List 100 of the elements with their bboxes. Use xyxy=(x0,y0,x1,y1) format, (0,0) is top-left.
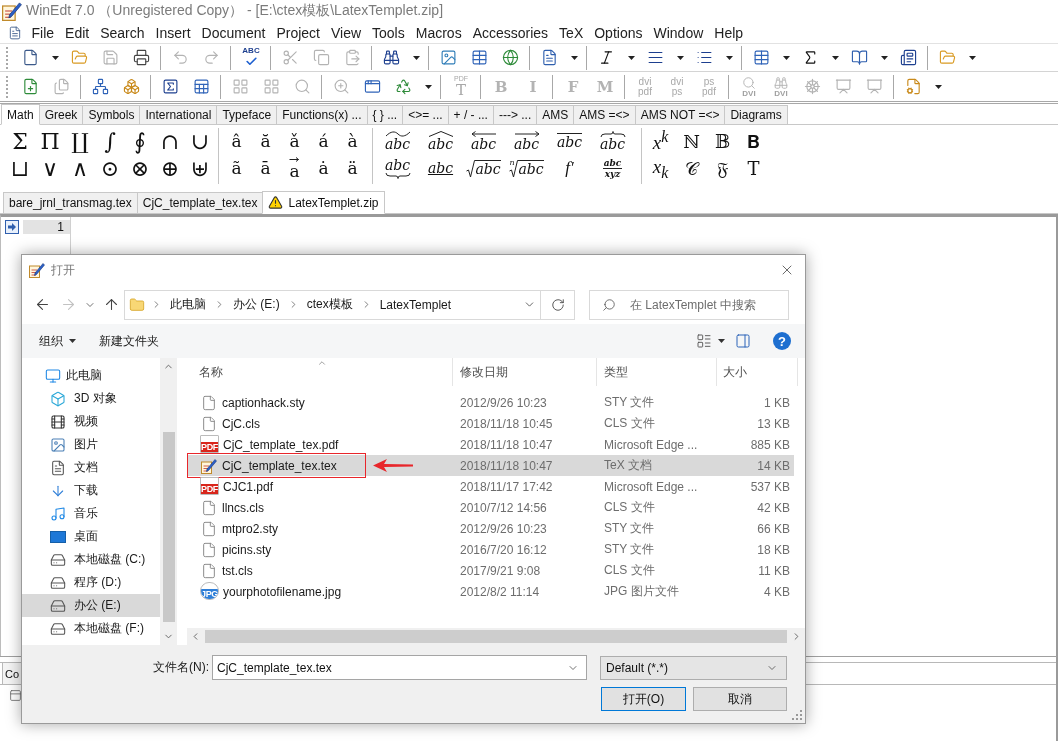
math-symbol-button[interactable]: â xyxy=(222,128,251,155)
menu-item[interactable]: View xyxy=(325,22,367,43)
math-symbol-button[interactable]: ⊕ xyxy=(155,155,185,182)
nav-item[interactable]: 本地磁盘 (C:) xyxy=(22,548,160,571)
file-row[interactable]: CjC.cls 2018/11/18 10:45 CLS 文件 13 KB xyxy=(187,413,794,434)
math-symbol-button[interactable]: ∧ xyxy=(65,155,95,182)
scrollbar[interactable] xyxy=(160,358,177,645)
math-symbol-button[interactable]: ∨ xyxy=(35,155,65,182)
help-button[interactable]: ? xyxy=(773,332,791,350)
nav-item[interactable]: 程序 (D:) xyxy=(22,571,160,594)
globe-icon[interactable] xyxy=(502,49,519,66)
caret-icon[interactable] xyxy=(412,55,420,60)
menu-item[interactable]: Window xyxy=(648,22,709,43)
file-row[interactable]: PDF CjC_template_tex.pdf 2018/11/18 10:47 Microsoft Edge ... 885 KB xyxy=(187,434,794,455)
math-symbol-button[interactable]: Π xyxy=(35,128,65,155)
math-symbol-button[interactable]: 𝔹 xyxy=(707,128,738,155)
address-bar[interactable]: 此电脑 办公 (E:) ctex模板 LatexTemplet xyxy=(124,289,575,320)
caret-icon[interactable] xyxy=(725,55,733,60)
nav-item[interactable]: 下载 xyxy=(22,479,160,502)
math-symbol-button[interactable]: ℕ xyxy=(676,128,707,155)
caret-icon[interactable] xyxy=(968,55,976,60)
math-symbol-button[interactable]: T xyxy=(738,155,769,182)
scrollbar[interactable] xyxy=(187,628,805,645)
window-icon[interactable] xyxy=(364,78,381,95)
nav-item[interactable]: 本地磁盘 (F:) xyxy=(22,617,160,640)
panel-tab[interactable]: Co xyxy=(2,663,23,684)
caret-icon[interactable] xyxy=(570,55,578,60)
menu-item[interactable]: Accessories xyxy=(467,22,554,43)
scrollbar-thumb[interactable] xyxy=(205,630,787,643)
caret-icon[interactable] xyxy=(69,339,76,343)
menu-item[interactable]: Edit xyxy=(59,22,95,43)
tree-icon[interactable] xyxy=(92,78,109,95)
panel-icon[interactable] xyxy=(9,688,22,702)
palette-tab[interactable]: + / - ... xyxy=(447,105,494,124)
menu-item[interactable]: Tools xyxy=(366,22,411,43)
math-symbol-button[interactable]: Σ xyxy=(5,128,35,155)
bullet-list-icon[interactable] xyxy=(696,49,713,66)
sigma-square-icon[interactable] xyxy=(162,78,179,95)
palette-tab[interactable]: Diagrams xyxy=(724,105,788,124)
math-symbol-button[interactable]: ∐ xyxy=(65,128,95,155)
math-symbol-button[interactable]: abc xyz xyxy=(591,155,634,182)
palette-tab[interactable]: ---> ... xyxy=(492,105,538,124)
boxes-icon[interactable] xyxy=(123,78,140,95)
math-symbol-button[interactable]: ⊎ xyxy=(185,155,215,182)
math-symbol-button[interactable]: x$_{k}$ xyxy=(645,155,676,182)
menu-item[interactable]: TeX xyxy=(553,22,589,43)
breadcrumb[interactable]: LatexTemplet xyxy=(377,293,454,316)
palette-tab[interactable]: International xyxy=(139,105,218,124)
nav-item[interactable]: 视频 xyxy=(22,410,160,433)
caret-icon[interactable] xyxy=(424,84,432,89)
math-symbol-button[interactable]: ⊗ xyxy=(125,155,155,182)
filename-field[interactable]: CjC_template_tex.tex xyxy=(212,655,587,680)
math-symbol-button[interactable]: ∩ xyxy=(155,128,185,155)
math-symbol-button[interactable]: a xyxy=(280,155,309,182)
command-button[interactable]: 新建文件夹 xyxy=(94,328,164,354)
math-symbol-button[interactable]: 𝒞 xyxy=(676,155,707,182)
caret-icon[interactable] xyxy=(676,55,684,60)
add-file-icon[interactable] xyxy=(22,78,39,95)
math-symbol-button[interactable]: ä xyxy=(338,155,367,182)
dialog-button[interactable]: 取消 xyxy=(693,687,787,711)
math-symbol-button[interactable]: abc xyxy=(462,128,505,155)
italic-icon[interactable] xyxy=(598,49,615,66)
math-symbol-button[interactable]: ∫ xyxy=(95,128,125,155)
menu-item[interactable]: Search xyxy=(94,22,151,43)
nav-item[interactable]: 此电脑 xyxy=(22,364,160,387)
resize-grip-icon[interactable] xyxy=(792,710,802,720)
picture-icon[interactable] xyxy=(440,49,457,66)
palette-tab[interactable]: Greek xyxy=(38,105,84,124)
menu-item[interactable]: Project xyxy=(270,22,326,43)
math-symbol-button[interactable]: ǎ xyxy=(280,128,309,155)
math-symbol-button[interactable]: ∮ xyxy=(125,128,155,155)
nav-item[interactable]: 文档 xyxy=(22,456,160,479)
math-symbol-button[interactable]: 𝐁 xyxy=(738,128,769,155)
math-symbol-button[interactable]: abc xyxy=(462,155,505,182)
table-icon[interactable] xyxy=(471,49,488,66)
spreadsheet-icon[interactable] xyxy=(193,78,210,95)
menu-item[interactable]: Help xyxy=(708,22,749,43)
breadcrumb[interactable]: 此电脑 xyxy=(168,293,208,316)
file-gear-icon[interactable] xyxy=(905,78,922,95)
file-row[interactable]: picins.sty 2016/7/20 16:12 STY 文件 18 KB xyxy=(187,539,794,560)
math-symbol-button[interactable]: á xyxy=(309,128,338,155)
math-symbol-button[interactable]: à xyxy=(338,128,367,155)
file-row[interactable]: tst.cls 2017/9/21 9:08 CLS 文件 11 KB xyxy=(187,560,794,581)
math-symbol-button[interactable]: ⊔ xyxy=(5,155,35,182)
file-row[interactable]: CjC_template_tex.tex 2018/11/18 10:47 TeX 文档 14 KB xyxy=(187,455,794,476)
preview-pane-icon[interactable] xyxy=(735,333,751,349)
menu-item[interactable]: Insert xyxy=(150,22,197,43)
math-symbol-button[interactable]: x$^{k}$ xyxy=(645,128,676,155)
palette-tab[interactable]: AMS xyxy=(536,105,575,124)
table-icon[interactable] xyxy=(753,49,770,66)
printer-icon[interactable] xyxy=(133,49,150,66)
math-symbol-button[interactable]: ã xyxy=(222,155,251,182)
view-list-icon[interactable] xyxy=(696,333,712,349)
file-row[interactable]: captionhack.sty 2012/9/26 10:23 STY 文件 1 KB xyxy=(187,392,794,413)
math-symbol-button[interactable]: ȧ xyxy=(309,155,338,182)
document-tab[interactable]: LatexTemplet.zip xyxy=(262,191,385,214)
nav-item[interactable]: 图片 xyxy=(22,433,160,456)
file-row[interactable]: PDF CJC1.pdf 2018/11/17 17:42 Microsoft Edge ... 537 KB xyxy=(187,476,794,497)
new-file-icon[interactable] xyxy=(22,49,39,66)
math-symbol-button[interactable]: abc xyxy=(505,128,548,155)
